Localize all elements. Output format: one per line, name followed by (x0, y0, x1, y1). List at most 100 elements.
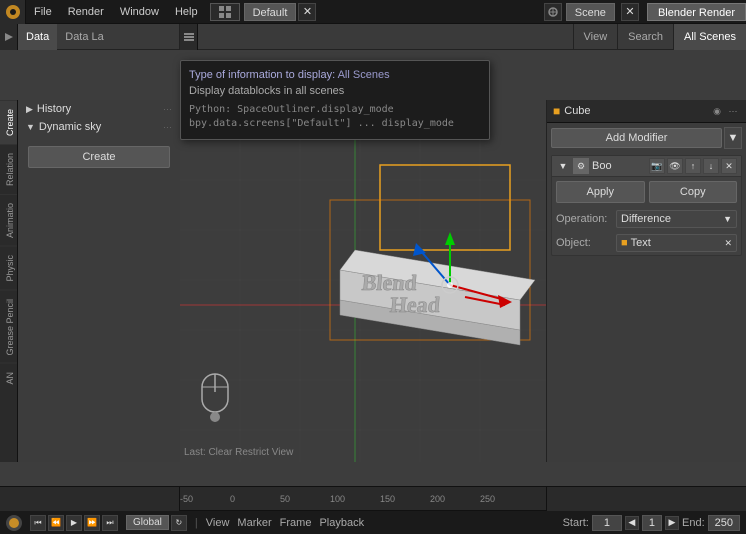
mod-type-icon[interactable]: ⚙ (573, 158, 589, 174)
tmarker-3: 100 (330, 494, 345, 504)
operation-row: Operation: Difference ▼ (552, 207, 741, 231)
create-button[interactable]: Create (28, 146, 170, 168)
scene-close[interactable]: ✕ (621, 3, 639, 21)
tooltip-title-value: All Scenes (338, 69, 390, 81)
menu-render[interactable]: Render (60, 0, 112, 24)
play-prev[interactable]: ⏪ (48, 515, 64, 531)
global-button[interactable]: Global (126, 515, 169, 530)
object-label: Object: (556, 237, 616, 249)
timeline-left (0, 487, 180, 511)
right-panel: ■ Cube ◉ ⋯ Add Modifier ▼ ▼ ⚙ Boo 📷 👁 ↑ (546, 100, 746, 462)
layout-close[interactable]: ✕ (298, 3, 316, 21)
top-menu-bar: File Render Window Help Default ✕ Scene … (0, 0, 746, 24)
mod-icon-close[interactable]: ✕ (721, 158, 737, 174)
current-frame[interactable]: 1 (642, 515, 662, 531)
tmarker-0: -50 (180, 494, 193, 504)
scene-icon[interactable] (544, 3, 562, 21)
rp-icons: ◉ ⋯ (710, 104, 740, 118)
sidebar-item-dynamic-sky[interactable]: ▼ Dynamic sky ··· (18, 118, 180, 136)
menu-help[interactable]: Help (167, 0, 206, 24)
tmarker-2: 50 (280, 494, 290, 504)
sync-icon[interactable]: ↻ (171, 515, 187, 531)
mod-icon-eye[interactable]: 👁 (667, 158, 683, 174)
play-button[interactable]: ▶ (66, 515, 82, 531)
menu-file[interactable]: File (26, 0, 60, 24)
start-label: Start: (563, 517, 589, 529)
status-playback[interactable]: Playback (319, 517, 364, 529)
mod-icon-camera[interactable]: 📷 (649, 158, 665, 174)
rp-icon-camera[interactable]: ◉ (710, 104, 724, 118)
copy-button[interactable]: Copy (649, 181, 738, 203)
tmarker-4: 150 (380, 494, 395, 504)
vt-relation[interactable]: Relation (0, 144, 17, 194)
blender-logo[interactable] (0, 0, 26, 24)
rp-header: ■ Cube ◉ ⋯ (547, 100, 746, 123)
outliner-header: View Search All Scenes (180, 24, 746, 50)
play-begin[interactable]: ⏮ (30, 515, 46, 531)
timeline-bar[interactable]: -50 0 50 100 150 200 250 (0, 487, 746, 511)
frame-range: Start: 1 ◀ 1 ▶ End: 250 (563, 515, 740, 531)
sky-dots: ··· (163, 122, 172, 132)
object-value[interactable]: ■ Text ✕ (616, 234, 737, 252)
tab-search[interactable]: Search (617, 24, 673, 50)
add-modifier-dropdown[interactable]: ▼ (724, 127, 742, 149)
add-modifier-button[interactable]: Add Modifier (551, 128, 722, 148)
end-value[interactable]: 250 (708, 515, 740, 531)
sidebar-item-history[interactable]: ▶ History ··· (18, 100, 180, 118)
layout-selector[interactable]: Default (244, 3, 297, 21)
status-view[interactable]: View (206, 517, 230, 529)
play-end[interactable]: ⏭ (102, 515, 118, 531)
cube-icon: ■ (553, 104, 560, 118)
navigation-cube[interactable] (190, 372, 240, 432)
left-header: Data Data La (0, 24, 180, 50)
viewport[interactable]: User Ortho Blend Head (180, 100, 546, 462)
rp-icon-search[interactable]: ⋯ (726, 104, 740, 118)
layout-icon[interactable] (210, 3, 240, 21)
outliner-tabs: View Search All Scenes (573, 24, 746, 50)
object-name: Cube (564, 105, 590, 117)
play-next[interactable]: ⏩ (84, 515, 100, 531)
tab-data[interactable]: Data (18, 24, 57, 50)
bottom-bar: -50 0 50 100 150 200 250 ⏮ ⏪ ▶ ⏩ ⏭ Globa… (0, 486, 746, 534)
status-frame[interactable]: Frame (280, 517, 312, 529)
vt-physics[interactable]: Physic (0, 246, 17, 290)
add-modifier-row: Add Modifier ▼ (547, 123, 746, 153)
mod-icons: 📷 👁 ↑ ↓ ✕ (649, 158, 737, 174)
operation-text: Difference (621, 213, 671, 225)
vt-an[interactable]: AN (0, 363, 17, 393)
tooltip-popup: Type of information to display: All Scen… (180, 60, 490, 140)
vt-create[interactable]: Create (0, 100, 17, 144)
sep1: | (195, 517, 198, 529)
outliner-icon[interactable] (180, 24, 198, 50)
tab-all-scenes[interactable]: All Scenes (673, 24, 746, 50)
timeline-right (546, 487, 746, 511)
playback-icons: ⏮ ⏪ ▶ ⏩ ⏭ (30, 515, 118, 531)
menu-window[interactable]: Window (112, 0, 167, 24)
blender-icon[interactable] (6, 515, 22, 531)
frame-fwd[interactable]: ▶ (665, 516, 679, 530)
apply-button[interactable]: Apply (556, 181, 645, 203)
mod-icon-up[interactable]: ↑ (685, 158, 701, 174)
mod-collapse[interactable]: ▼ (556, 159, 570, 173)
object-row: Object: ■ Text ✕ (552, 231, 741, 255)
frame-back[interactable]: ◀ (625, 516, 639, 530)
left-header-icon[interactable] (0, 24, 18, 50)
operation-value[interactable]: Difference ▼ (616, 210, 737, 228)
sidebar-content: ▶ History ··· ▼ Dynamic sky ··· Create (18, 100, 180, 462)
start-value[interactable]: 1 (592, 515, 622, 531)
engine-button[interactable]: Blender Render (647, 3, 746, 21)
scene-selector[interactable]: Scene (566, 3, 615, 21)
viewport-status: Last: Clear Restrict View (184, 447, 293, 458)
mod-icon-down[interactable]: ↓ (703, 158, 719, 174)
vt-animation[interactable]: Animatio (0, 194, 17, 246)
modifier-name: Boo (592, 160, 649, 172)
history-label: History (37, 103, 71, 115)
tab-data-la[interactable]: Data La (57, 24, 112, 50)
object-clear[interactable]: ✕ (724, 238, 732, 249)
modifier-header: ▼ ⚙ Boo 📷 👁 ↑ ↓ ✕ (552, 156, 741, 177)
status-marker[interactable]: Marker (237, 517, 271, 529)
scene-area: Scene ✕ (544, 3, 639, 21)
vt-grease[interactable]: Grease Pencil (0, 290, 17, 364)
tooltip-title-text: Type of information to display: (189, 69, 335, 81)
tab-view[interactable]: View (573, 24, 618, 50)
